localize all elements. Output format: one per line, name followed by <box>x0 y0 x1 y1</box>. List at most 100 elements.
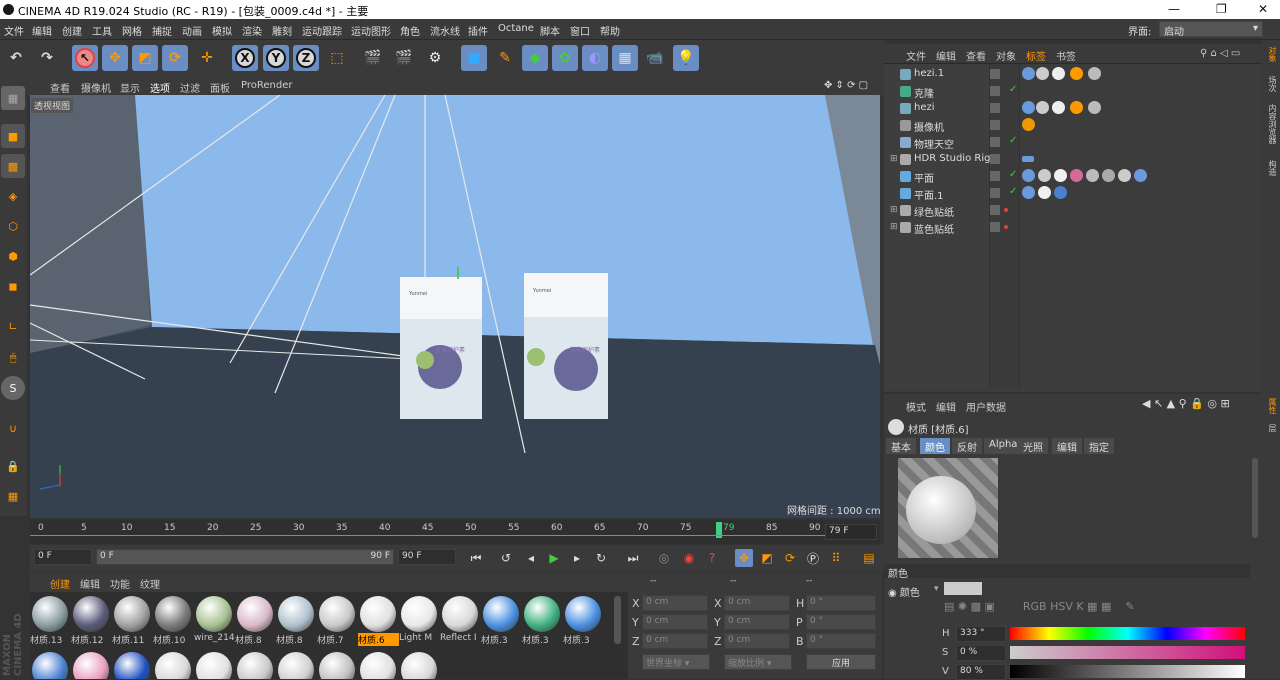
x-axis-button[interactable]: X <box>232 45 258 71</box>
tab-assign[interactable]: 指定 <box>1084 438 1114 454</box>
attr-menu-edit[interactable]: 编辑 <box>936 399 956 414</box>
coordinate-system-button[interactable]: ⬚ <box>324 45 350 71</box>
material-swatch[interactable]: 材质.13 <box>30 594 70 646</box>
size-x-field[interactable]: 0 cm <box>724 595 790 611</box>
pen-button[interactable]: ✎ <box>492 45 518 71</box>
redo-button[interactable]: ↷ <box>34 45 60 71</box>
z-axis-button[interactable]: Z <box>293 45 319 71</box>
vp-menu-camera[interactable]: 摄像机 <box>81 80 111 95</box>
object-row[interactable]: 物理天空 ✓ <box>884 134 1262 151</box>
material-swatch[interactable]: 材质.11 <box>112 594 152 646</box>
material-swatch[interactable]: 材质.12 <box>71 594 111 646</box>
subdivision-button[interactable]: ◆ <box>522 45 548 71</box>
menu-simulate[interactable]: 模拟 <box>212 23 232 38</box>
material-swatch[interactable]: Light M <box>399 594 439 643</box>
grid-button[interactable]: ▦ <box>1 484 25 508</box>
material-swatch[interactable]: 材质.3 <box>522 594 562 646</box>
object-row[interactable]: ⊞ 绿色贴纸 <box>884 202 1262 219</box>
tab-editor[interactable]: 编辑 <box>1052 438 1082 454</box>
material-swatch[interactable] <box>235 650 275 679</box>
s-field[interactable]: 0 % <box>956 645 1006 661</box>
rail-tab-structure[interactable]: 构造 <box>1264 160 1278 176</box>
range-slider[interactable]: 0 F 90 F <box>96 549 394 565</box>
y-axis-button[interactable]: Y <box>263 45 289 71</box>
menu-animate[interactable]: 动画 <box>182 23 202 38</box>
rot-p-field[interactable]: 0 ° <box>806 614 876 630</box>
render-picture-viewer-button[interactable]: 🎬 <box>391 45 417 71</box>
value-slider[interactable] <box>1010 665 1245 678</box>
rail-tab-layers[interactable]: 层 <box>1264 424 1278 432</box>
material-swatch[interactable] <box>358 650 398 679</box>
material-swatch[interactable] <box>317 650 357 679</box>
obj-menu-tags[interactable]: 标签 <box>1026 48 1046 63</box>
key-pla-button[interactable]: ⠿ <box>827 549 845 567</box>
material-swatch[interactable] <box>276 650 316 679</box>
materials-scrollbar[interactable] <box>614 596 621 644</box>
material-swatch[interactable] <box>112 650 152 679</box>
texture-mode-button[interactable]: ▩ <box>1 154 25 178</box>
vp-menu-panel[interactable]: 面板 <box>210 80 230 95</box>
camera-button[interactable]: 📹 <box>642 45 668 71</box>
menu-script[interactable]: 脚本 <box>540 23 560 38</box>
axis-mode-button[interactable]: ∟ <box>1 314 25 338</box>
prev-key-button[interactable]: ↺ <box>497 549 515 567</box>
go-to-end-button[interactable]: ⏭ <box>624 549 642 567</box>
obj-toolbar-icons[interactable]: ⚲ ⌂ ◁ ▭ <box>1200 48 1240 59</box>
object-row[interactable]: hezi <box>884 100 1262 117</box>
color-swatch[interactable] <box>944 582 982 595</box>
pos-z-field[interactable]: 0 cm <box>642 633 708 649</box>
menu-octane[interactable]: Octane <box>498 23 534 34</box>
transform-tool-button[interactable]: ✛ <box>194 45 220 71</box>
hue-slider[interactable] <box>1010 627 1245 640</box>
h-field[interactable]: 333 ° <box>956 626 1006 642</box>
menu-mograph[interactable]: 运动图形 <box>351 23 391 38</box>
maximize-button[interactable]: ❐ <box>1216 2 1227 16</box>
menu-pipeline[interactable]: 流水线 <box>430 23 460 38</box>
tab-illumination[interactable]: 光照 <box>1018 438 1048 454</box>
rot-h-field[interactable]: 0 ° <box>806 595 876 611</box>
obj-menu-bookmarks[interactable]: 书签 <box>1056 48 1076 63</box>
edges-mode-button[interactable]: ⬢ <box>1 244 25 268</box>
obj-menu-view[interactable]: 查看 <box>966 48 986 63</box>
current-frame-field[interactable]: 79 F <box>825 524 877 540</box>
material-swatch[interactable] <box>30 650 70 679</box>
menu-snap[interactable]: 捕捉 <box>152 23 172 38</box>
tab-reflectance[interactable]: 反射 <box>952 438 982 454</box>
menu-edit[interactable]: 编辑 <box>32 23 52 38</box>
rail-tab-attributes[interactable]: 属性 <box>1264 398 1278 414</box>
rotate-tool-button[interactable]: ⟳ <box>162 45 188 71</box>
light-button[interactable]: 💡 <box>673 45 699 71</box>
tweak-mode-button[interactable]: 🖱 <box>1 346 25 370</box>
close-button[interactable]: ✕ <box>1258 2 1268 16</box>
key-scale-button[interactable]: ◩ <box>758 549 776 567</box>
rail-tab-content-browser[interactable]: 内容浏览器 <box>1264 104 1278 144</box>
vp-menu-options[interactable]: 选项 <box>150 80 170 95</box>
vp-menu-prorender[interactable]: ProRender <box>241 80 292 91</box>
expand-icon[interactable]: ⊞ <box>890 222 898 232</box>
object-row[interactable]: 平面.1 ✓ <box>884 185 1262 202</box>
material-swatch[interactable]: 材质.3 <box>563 594 603 646</box>
scale-tool-button[interactable]: ◩ <box>132 45 158 71</box>
object-row[interactable]: 平面 ✓ <box>884 168 1262 185</box>
vp-menu-filter[interactable]: 过滤 <box>180 80 200 95</box>
scale-select[interactable]: 缩放比例 ▾ <box>724 654 792 670</box>
mat-menu-texture[interactable]: 纹理 <box>140 576 160 591</box>
material-swatch[interactable]: 材质.8 <box>276 594 316 646</box>
menu-create[interactable]: 创建 <box>62 23 82 38</box>
mat-menu-function[interactable]: 功能 <box>110 576 130 591</box>
vp-menu-view[interactable]: 查看 <box>50 80 70 95</box>
attr-nav-icons[interactable]: ◀ ↖ ▲ ⚲ 🔒 ◎ ⊞ <box>1142 397 1230 410</box>
expand-icon[interactable]: ⊞ <box>890 205 898 215</box>
cube-button[interactable]: ■ <box>461 45 487 71</box>
attr-scrollbar[interactable] <box>1252 458 1258 538</box>
key-parameter-button[interactable]: Ⓟ <box>804 549 822 567</box>
viewport-nav-icons[interactable]: ✥ ⇕ ⟳ ▢ <box>824 80 868 91</box>
select-tool-button[interactable]: ↖ <box>72 45 98 71</box>
object-row[interactable]: ⊞ HDR Studio Rig <box>884 151 1262 168</box>
go-to-start-button[interactable]: ⏮ <box>467 549 485 567</box>
layout-select[interactable]: 启动 ▾ <box>1159 21 1263 38</box>
floor-button[interactable]: ▦ <box>612 45 638 71</box>
timeline-window-button[interactable]: ▤ <box>860 549 878 567</box>
size-z-field[interactable]: 0 cm <box>724 633 790 649</box>
material-swatch[interactable] <box>153 650 193 679</box>
